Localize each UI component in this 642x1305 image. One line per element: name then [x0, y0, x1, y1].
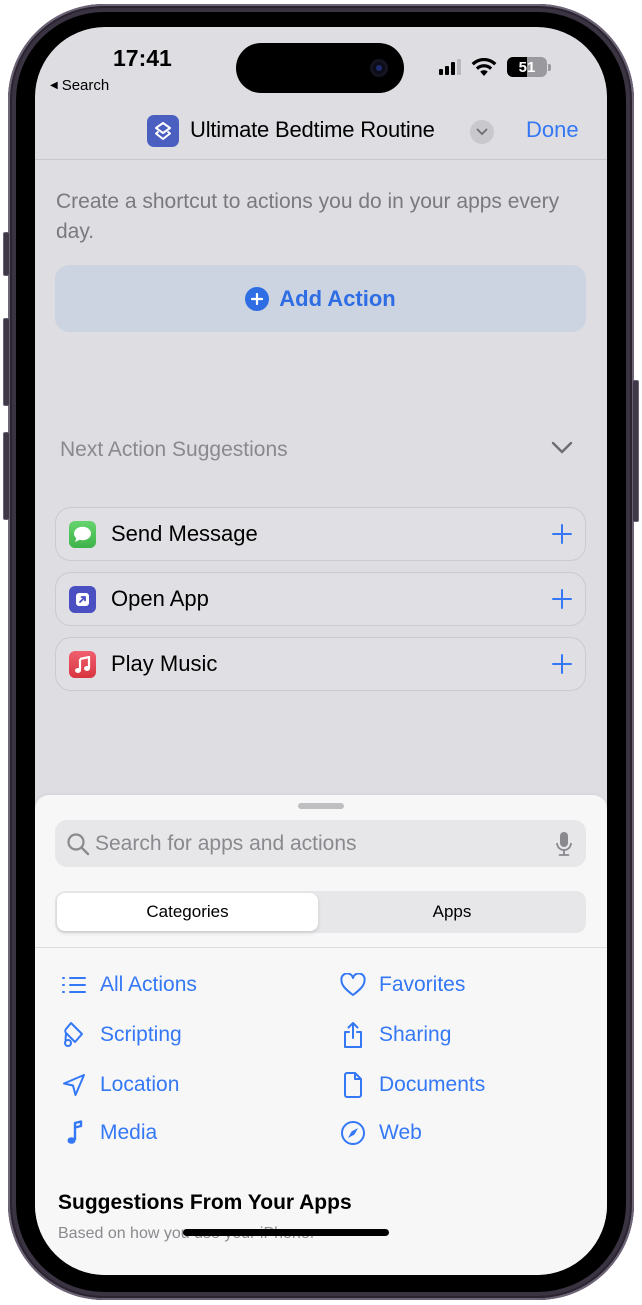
category-label: Sharing	[379, 1023, 452, 1046]
add-action-button[interactable]: Add Action	[55, 265, 586, 332]
plus-circle-icon	[245, 286, 270, 311]
microphone-icon[interactable]	[555, 831, 573, 857]
volume-down-button	[3, 432, 10, 520]
share-icon	[339, 1021, 367, 1049]
document-icon	[339, 1071, 367, 1099]
category-label: Scripting	[100, 1023, 182, 1046]
category-media[interactable]: Media	[60, 1118, 157, 1148]
suggestion-label: Send Message	[111, 521, 258, 546]
suggestion-label: Play Music	[111, 651, 218, 676]
category-web[interactable]: Web	[339, 1118, 422, 1148]
category-documents[interactable]: Documents	[339, 1070, 485, 1100]
suggestion-open-app[interactable]: Open App	[55, 572, 586, 626]
volume-up-button	[3, 318, 10, 406]
done-button[interactable]: Done	[526, 117, 579, 143]
back-to-search-link[interactable]: ◀ Search	[50, 77, 109, 94]
category-label: Favorites	[379, 973, 466, 996]
action-button	[3, 232, 10, 276]
chevron-down-icon	[476, 128, 488, 136]
suggestion-list: Send Message Open App Play Music	[55, 507, 586, 702]
side-button	[632, 380, 639, 522]
battery-icon: 51	[507, 57, 547, 77]
nav-bar: Ultimate Bedtime Routine Done	[35, 107, 607, 159]
suggestion-play-music[interactable]: Play Music	[55, 637, 586, 691]
category-label: Location	[100, 1073, 180, 1096]
category-label: Documents	[379, 1073, 486, 1096]
search-icon	[67, 833, 90, 856]
location-arrow-icon	[60, 1071, 88, 1099]
screen: 17:41 ◀ Search 51 Ultimate Bedtime Routi…	[35, 27, 607, 1275]
category-label: Web	[379, 1121, 422, 1144]
apps-suggestions-title: Suggestions From Your Apps	[58, 1191, 352, 1214]
category-all-actions[interactable]: All Actions	[60, 970, 197, 1000]
add-plus-icon[interactable]	[550, 652, 574, 676]
sheet-grabber[interactable]	[298, 803, 344, 809]
add-plus-icon[interactable]	[550, 522, 574, 546]
camera-icon	[370, 59, 388, 77]
back-triangle-icon: ◀	[50, 80, 58, 91]
segmented-control: Categories Apps	[55, 891, 586, 933]
category-label: Media	[100, 1121, 158, 1144]
messages-app-icon	[69, 521, 96, 548]
intro-text: Create a shortcut to actions you do in y…	[56, 190, 560, 243]
search-input[interactable]	[95, 820, 535, 867]
dynamic-island	[236, 43, 404, 93]
suggestions-header: Next Action Suggestions	[60, 438, 288, 461]
suggestion-send-message[interactable]: Send Message	[55, 507, 586, 561]
collapse-suggestions-chevron-icon[interactable]	[551, 441, 573, 455]
cellular-signal-icon	[439, 59, 461, 75]
category-favorites[interactable]: Favorites	[339, 970, 465, 1000]
category-scripting[interactable]: Scripting	[60, 1020, 182, 1050]
search-bar	[55, 820, 586, 867]
music-app-icon	[69, 651, 96, 678]
music-note-icon	[60, 1119, 88, 1147]
wifi-icon	[471, 57, 497, 76]
title-menu-button[interactable]	[470, 120, 494, 144]
shortcuts-layers-icon[interactable]	[147, 115, 179, 147]
category-location[interactable]: Location	[60, 1070, 179, 1100]
home-indicator[interactable]	[183, 1229, 389, 1236]
action-picker-sheet: Categories Apps All Actions Favorites	[35, 795, 607, 1275]
back-label: Search	[61, 77, 110, 94]
segment-apps[interactable]: Apps	[320, 893, 584, 931]
status-time: 17:41	[113, 45, 172, 71]
segment-categories[interactable]: Categories	[57, 893, 318, 931]
heart-icon	[339, 971, 367, 999]
battery-level: 51	[518, 58, 536, 76]
status-icons: 51	[439, 57, 551, 77]
open-app-icon	[69, 586, 96, 613]
nav-divider	[35, 159, 607, 160]
add-plus-icon[interactable]	[550, 587, 574, 611]
compass-icon	[339, 1119, 367, 1147]
list-icon	[60, 971, 88, 999]
category-label: All Actions	[100, 973, 197, 996]
suggestion-label: Open App	[111, 586, 209, 611]
sheet-divider	[35, 947, 607, 948]
shortcut-title[interactable]: Ultimate Bedtime Routine	[190, 117, 435, 143]
category-sharing[interactable]: Sharing	[339, 1020, 451, 1050]
add-action-label: Add Action	[279, 285, 396, 311]
scroll-icon	[60, 1021, 88, 1049]
